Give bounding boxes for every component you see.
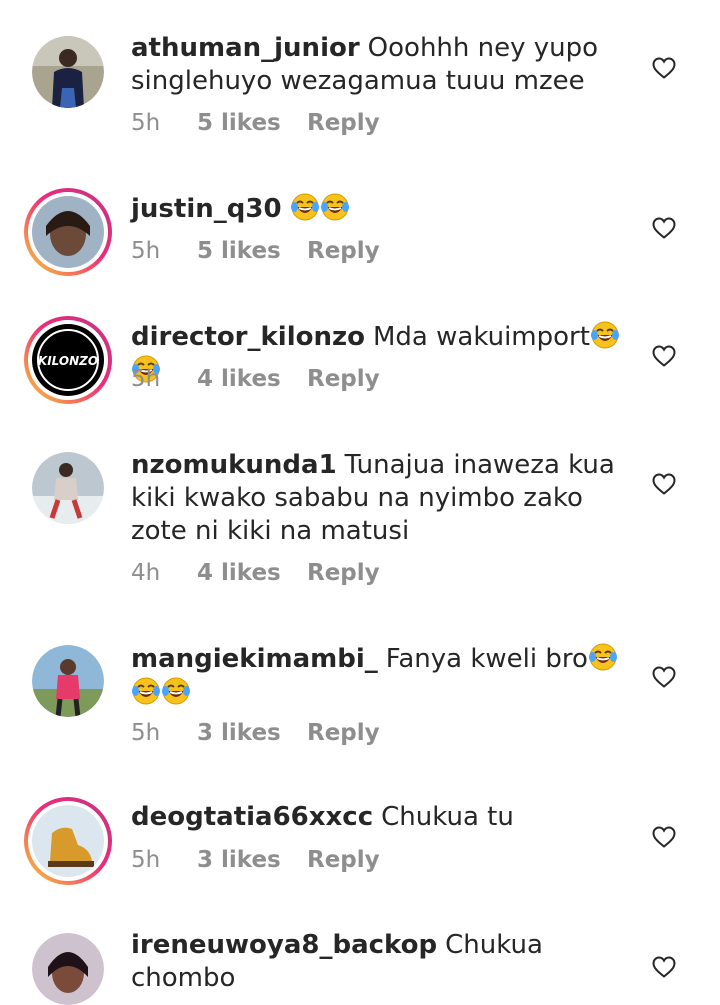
avatar[interactable]	[32, 645, 104, 717]
reply-button[interactable]: Reply	[307, 560, 380, 586]
likes-count[interactable]: 3 likes	[197, 720, 307, 746]
comment-username[interactable]: mangiekimambi_	[131, 644, 378, 674]
comment-body: Mda wakuimport	[373, 322, 590, 352]
comment-time: 4h	[131, 560, 161, 586]
avatar[interactable]	[32, 36, 104, 108]
comment-text: mangiekimambi_ Fanya kweli bro	[131, 642, 631, 710]
heart-icon[interactable]	[652, 345, 676, 367]
comment-username[interactable]: justin_q30	[131, 194, 282, 224]
face-with-tears-of-joy-icon	[590, 320, 620, 350]
comment-text: ireneuwoya8_backop Chukua chombo	[131, 929, 631, 995]
comment-meta: 5h 3 likes Reply	[131, 720, 380, 746]
avatar[interactable]	[32, 452, 104, 524]
comment-text: justin_q30	[131, 192, 631, 226]
reply-button[interactable]: Reply	[307, 720, 380, 746]
kilonzo-logo: KILONZO	[32, 324, 104, 396]
comment-meta: 5h 3 likes Reply	[131, 847, 380, 873]
comment-username[interactable]: nzomukunda1	[131, 450, 337, 480]
heart-icon[interactable]	[652, 217, 676, 239]
comment-text: athuman_junior Ooohhh ney yupo singlehuyo…	[131, 32, 631, 98]
comment-username[interactable]: deogtatia66xxcc	[131, 802, 373, 832]
comment-username[interactable]: director_kilonzo	[131, 322, 365, 352]
likes-count[interactable]: 4 likes	[197, 560, 307, 586]
comment-text: nzomukunda1 Tunajua inaweza kua kiki kwak…	[131, 449, 631, 548]
comment-time: 5h	[131, 110, 161, 136]
comment-username[interactable]: athuman_junior	[131, 33, 360, 63]
comment-meta: 4h 4 likes Reply	[131, 560, 380, 586]
avatar[interactable]	[24, 797, 112, 885]
comment-time: 5h	[131, 847, 161, 873]
avatar[interactable]	[24, 188, 112, 276]
face-with-tears-of-joy-icon	[290, 192, 320, 222]
reply-button[interactable]: Reply	[307, 847, 380, 873]
likes-count[interactable]: 5 likes	[197, 238, 307, 264]
avatar[interactable]	[32, 933, 104, 1005]
heart-icon[interactable]	[652, 473, 676, 495]
avatar[interactable]: KILONZO	[24, 316, 112, 404]
face-with-tears-of-joy-icon	[131, 676, 161, 706]
face-with-tears-of-joy-icon	[320, 192, 350, 222]
face-with-tears-of-joy-icon	[161, 676, 191, 706]
svg-text:KILONZO: KILONZO	[38, 354, 98, 368]
heart-icon[interactable]	[652, 956, 676, 978]
likes-count[interactable]: 5 likes	[197, 110, 307, 136]
comment-time: 5h	[131, 238, 161, 264]
heart-icon[interactable]	[652, 826, 676, 848]
comment-meta: 5h 4 likes Reply	[131, 366, 380, 392]
heart-icon[interactable]	[652, 666, 676, 688]
comment-username[interactable]: ireneuwoya8_backop	[131, 930, 437, 960]
reply-button[interactable]: Reply	[307, 238, 380, 264]
reply-button[interactable]: Reply	[307, 110, 380, 136]
comment-body: Chukua tu	[381, 802, 514, 832]
face-with-tears-of-joy-icon	[588, 642, 618, 672]
likes-count[interactable]: 4 likes	[197, 366, 307, 392]
comment-meta: 5h 5 likes Reply	[131, 238, 380, 264]
comment-time: 5h	[131, 720, 161, 746]
reply-button[interactable]: Reply	[307, 366, 380, 392]
heart-icon[interactable]	[652, 57, 676, 79]
comment-text: deogtatia66xxcc Chukua tu	[131, 801, 631, 834]
comment-time: 5h	[131, 366, 161, 392]
comment-meta: 5h 5 likes Reply	[131, 110, 380, 136]
comment-body: Fanya kweli bro	[385, 644, 588, 674]
likes-count[interactable]: 3 likes	[197, 847, 307, 873]
